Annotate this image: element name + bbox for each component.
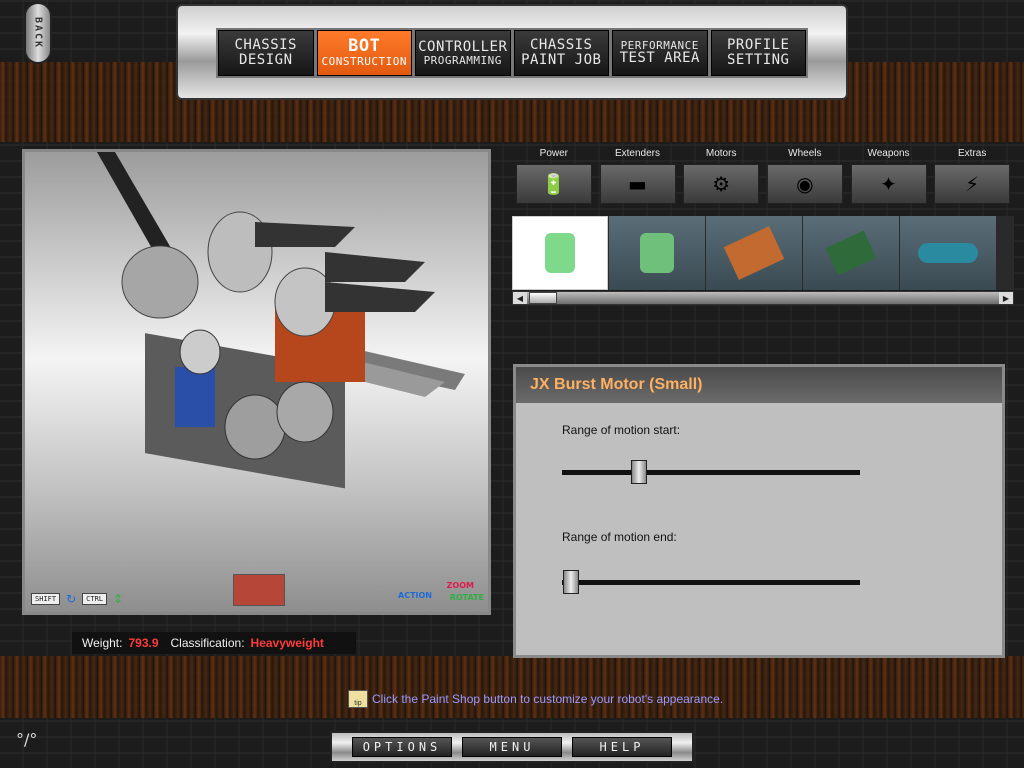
tab-label-line2: PAINT JOB bbox=[521, 52, 602, 68]
viewport-controls: SHIFT ↻ CTRL ⇕ bbox=[31, 592, 123, 606]
category-weapons[interactable]: Weapons ✦ bbox=[847, 146, 931, 208]
green-circuit-board-icon bbox=[825, 230, 877, 276]
range-end-slider-handle[interactable] bbox=[562, 570, 579, 594]
range-end-slider[interactable] bbox=[562, 570, 860, 594]
rotate-icon: ↻ bbox=[66, 592, 77, 606]
ctrl-key: CTRL bbox=[82, 593, 107, 605]
part-category-row: Power 🔋 Extenders ▬ Motors ⚙ Wheels ◉ We… bbox=[512, 146, 1014, 208]
green-motor-shaft-icon bbox=[640, 233, 674, 273]
category-label: Wheels bbox=[788, 148, 822, 159]
rotate-label: ROTATE bbox=[449, 593, 484, 602]
wheel-icon: ◉ bbox=[766, 164, 843, 204]
tab-label-line1: BOT bbox=[348, 36, 381, 57]
classification-value: Heavyweight bbox=[250, 636, 324, 650]
back-button[interactable]: BACK bbox=[24, 2, 52, 64]
extras-icon: ⚡ bbox=[934, 164, 1011, 204]
category-label: Extras bbox=[958, 148, 987, 159]
menu-button[interactable]: MENU bbox=[462, 737, 562, 757]
shift-key: SHIFT bbox=[31, 593, 61, 605]
scroll-right-icon[interactable]: ▶ bbox=[999, 292, 1013, 304]
category-extras[interactable]: Extras ⚡ bbox=[930, 146, 1014, 208]
part-properties-panel: JX Burst Motor (Small) Range of motion s… bbox=[513, 364, 1005, 658]
blue-cable-icon bbox=[918, 243, 978, 263]
tab-performance-test-area[interactable]: PERFORMANCE TEST AREA bbox=[612, 30, 708, 76]
category-power[interactable]: Power 🔋 bbox=[512, 146, 596, 208]
options-button[interactable]: OPTIONS bbox=[352, 737, 452, 757]
tip-icon: tip bbox=[348, 690, 368, 708]
part-item[interactable] bbox=[900, 216, 996, 290]
parts-scrollbar[interactable]: ◀ ▶ bbox=[512, 291, 1014, 305]
tip-text: Click the Paint Shop button to customize… bbox=[372, 692, 724, 706]
weight-value: 793.9 bbox=[128, 636, 159, 650]
tab-label-line2: DESIGN bbox=[238, 52, 293, 68]
robot-3d-viewport[interactable]: SHIFT ↻ CTRL ⇕ ZOOM ACTION ROTATE bbox=[22, 149, 491, 615]
tip-bar: tip Click the Paint Shop button to custo… bbox=[348, 690, 723, 708]
action-label: ACTION bbox=[398, 591, 432, 600]
tab-label-line1: CHASSIS bbox=[529, 37, 593, 54]
category-extenders[interactable]: Extenders ▬ bbox=[596, 146, 680, 208]
range-start-label: Range of motion start: bbox=[562, 423, 681, 437]
tab-label-line2: CONSTRUCTION bbox=[321, 55, 407, 69]
part-item-selected[interactable] bbox=[512, 216, 608, 290]
battery-icon: 🔋 bbox=[515, 164, 592, 204]
tab-label-line1: PROFILE bbox=[726, 37, 790, 54]
orange-circuit-board-icon bbox=[723, 226, 785, 280]
category-wheels[interactable]: Wheels ◉ bbox=[763, 146, 847, 208]
tab-chassis-paint-job[interactable]: CHASSIS PAINT JOB bbox=[513, 30, 609, 76]
category-label: Power bbox=[539, 148, 569, 159]
weight-strip: Weight: 793.9 Classification: Heavyweigh… bbox=[72, 632, 356, 654]
range-end-label: Range of motion end: bbox=[562, 530, 677, 544]
tab-label-line1: CHASSIS bbox=[234, 37, 297, 54]
green-motor-icon bbox=[545, 233, 575, 273]
tab-bot-construction[interactable]: BOT CONSTRUCTION bbox=[316, 30, 412, 76]
tab-label-line2: PROGRAMMING bbox=[423, 53, 502, 67]
parts-scrollbar-thumb[interactable] bbox=[529, 292, 557, 304]
help-button[interactable]: HELP bbox=[572, 737, 672, 757]
robot-model bbox=[97, 152, 465, 489]
part-item[interactable] bbox=[706, 216, 802, 290]
part-item[interactable] bbox=[803, 216, 899, 290]
paint-shop-button[interactable] bbox=[233, 574, 285, 606]
category-label: Weapons bbox=[867, 148, 910, 159]
scroll-left-icon[interactable]: ◀ bbox=[513, 292, 527, 304]
weight-label: Weight: bbox=[82, 636, 123, 650]
loading-spinner-icon: °/° bbox=[16, 730, 38, 749]
tab-controller-programming[interactable]: CONTROLLER PROGRAMMING bbox=[415, 30, 511, 76]
tab-label-line1: CONTROLLER bbox=[418, 38, 508, 55]
part-item[interactable] bbox=[609, 216, 705, 290]
part-title: JX Burst Motor (Small) bbox=[516, 367, 1002, 403]
background-band-bottom bbox=[0, 656, 1024, 718]
tab-chassis-design[interactable]: CHASSIS DESIGN bbox=[218, 30, 314, 76]
top-nav: CHASSIS DESIGN BOT CONSTRUCTION CONTROLL… bbox=[216, 28, 808, 78]
zoom-label: ZOOM bbox=[446, 581, 474, 590]
back-button-label: BACK bbox=[32, 16, 44, 50]
parts-carousel bbox=[512, 216, 1014, 290]
category-label: Extenders bbox=[614, 148, 661, 159]
tab-label-line2: TEST AREA bbox=[619, 50, 700, 67]
weapon-icon: ✦ bbox=[850, 164, 927, 204]
range-start-slider[interactable] bbox=[562, 460, 860, 484]
category-motors[interactable]: Motors ⚙ bbox=[679, 146, 763, 208]
tab-profile-setting[interactable]: PROFILE SETTING bbox=[710, 30, 806, 76]
classification-label: Classification: bbox=[170, 636, 245, 650]
extender-icon: ▬ bbox=[599, 164, 676, 204]
tab-label-line2: SETTING bbox=[726, 52, 790, 68]
category-label: Motors bbox=[705, 148, 737, 159]
range-start-slider-handle[interactable] bbox=[631, 460, 648, 484]
motor-icon: ⚙ bbox=[683, 164, 760, 204]
bottom-menu-bar: OPTIONS MENU HELP bbox=[330, 731, 694, 763]
move-vertical-icon: ⇕ bbox=[113, 592, 124, 606]
